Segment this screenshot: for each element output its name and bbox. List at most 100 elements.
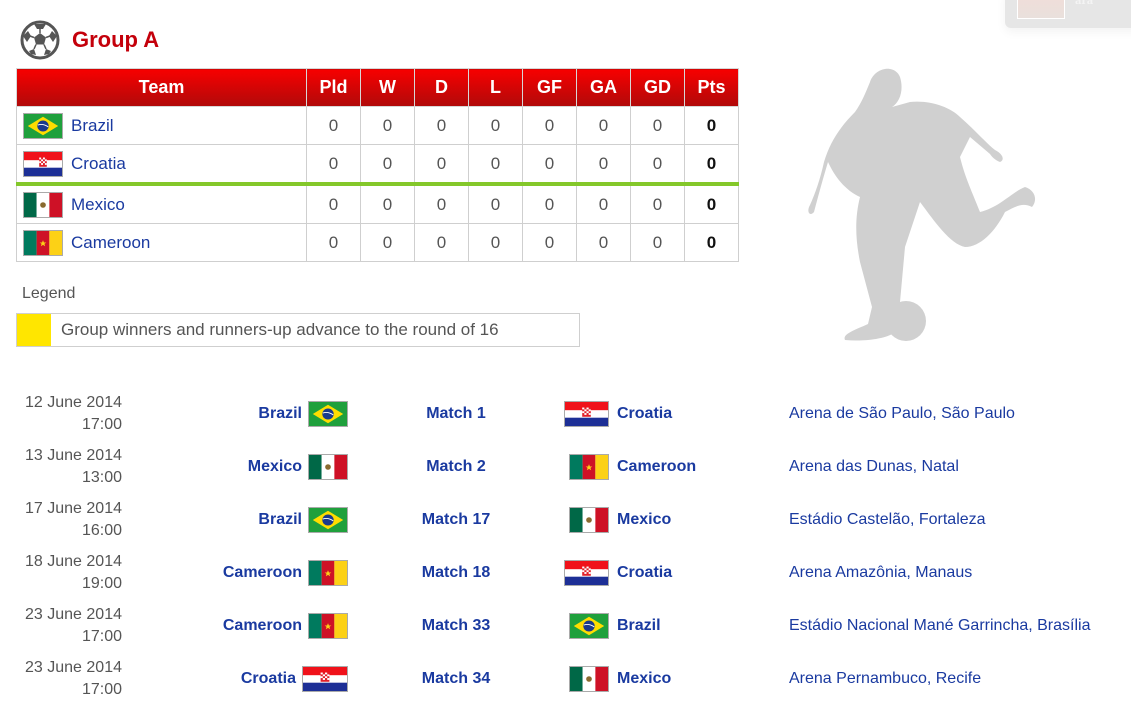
home-team-name[interactable]: Cameroon [223, 564, 302, 582]
column-header-pts: Pts [684, 68, 739, 107]
home-team[interactable]: Cameroon [223, 613, 348, 639]
match-date: 23 June 2014 [25, 606, 122, 623]
match-datetime: 23 June 2014 17:00 [25, 604, 122, 648]
home-team[interactable]: Cameroon [223, 560, 348, 586]
match-list: 12 June 2014 17:00 Brazil Match 1 Croatia… [0, 392, 1131, 710]
croatia-flag-icon [302, 666, 348, 692]
match-row: 17 June 2014 16:00 Brazil Match 17 Mexico… [0, 498, 1131, 551]
column-header-gf: GF [522, 68, 577, 107]
away-team-name[interactable]: Mexico [617, 511, 671, 529]
stat-pld: 0 [306, 223, 361, 262]
stat-w: 0 [360, 144, 415, 186]
match-date: 17 June 2014 [25, 500, 122, 517]
group-title: Group A [72, 27, 160, 52]
stat-ga: 0 [576, 106, 631, 145]
venue-link[interactable]: Arena Amazônia, Manaus [789, 560, 972, 586]
column-header-w: W [360, 68, 415, 107]
soccer-ball-icon [20, 20, 60, 60]
match-datetime: 18 June 2014 19:00 [25, 551, 122, 595]
column-header-d: D [414, 68, 469, 107]
venue-link[interactable]: Arena de São Paulo, São Paulo [789, 401, 1015, 427]
stat-gf: 0 [522, 183, 577, 224]
home-team-name[interactable]: Croatia [241, 670, 296, 688]
match-date: 13 June 2014 [25, 447, 122, 464]
brazil-flag-icon [308, 507, 348, 533]
match-date: 12 June 2014 [25, 394, 122, 411]
match-link[interactable]: Match 33 [400, 613, 512, 639]
card-text: ara [1075, 0, 1094, 7]
away-team[interactable]: Croatia [564, 560, 764, 586]
legend-item: Group winners and runners-up advance to … [16, 313, 580, 347]
team-cell: Croatia [16, 144, 307, 186]
away-team[interactable]: Cameroon [564, 454, 764, 480]
match-date: 18 June 2014 [25, 553, 122, 570]
cameroon-flag-icon [23, 229, 63, 256]
match-link[interactable]: Match 18 [400, 560, 512, 586]
stat-gd: 0 [630, 144, 685, 186]
stat-l: 0 [468, 183, 523, 224]
stat-gd: 0 [630, 106, 685, 145]
away-team[interactable]: Mexico [564, 507, 764, 533]
team-cell: Mexico [16, 183, 307, 224]
home-team-name[interactable]: Mexico [248, 458, 302, 476]
notification-card[interactable]: ara [1005, 0, 1131, 28]
stat-pld: 0 [306, 106, 361, 145]
brazil-flag-icon [23, 112, 63, 139]
away-team-name[interactable]: Croatia [617, 564, 672, 582]
match-link[interactable]: Match 34 [400, 666, 512, 692]
away-team-name[interactable]: Croatia [617, 405, 672, 423]
table-row: Brazil 0 0 0 0 0 0 0 0 [16, 106, 739, 145]
table-row: Cameroon 0 0 0 0 0 0 0 0 [16, 223, 739, 262]
away-team-name[interactable]: Brazil [617, 617, 661, 635]
column-header-team: Team [16, 68, 307, 107]
away-team[interactable]: Brazil [564, 613, 764, 639]
match-row: 13 June 2014 13:00 Mexico Match 2 Cameroo… [0, 445, 1131, 498]
venue-link[interactable]: Arena das Dunas, Natal [789, 454, 959, 480]
legend-text: Group winners and runners-up advance to … [61, 320, 499, 339]
croatia-flag-icon [564, 401, 609, 427]
venue-link[interactable]: Estádio Nacional Mané Garrincha, Brasíli… [789, 613, 1090, 639]
home-team-name[interactable]: Brazil [258, 511, 302, 529]
home-team-name[interactable]: Brazil [258, 405, 302, 423]
stat-ga: 0 [576, 183, 631, 224]
stat-gd: 0 [630, 223, 685, 262]
match-time: 13:00 [81, 469, 122, 486]
away-team[interactable]: Mexico [564, 666, 764, 692]
match-link[interactable]: Match 2 [400, 454, 512, 480]
stat-pts: 0 [684, 144, 739, 186]
stat-w: 0 [360, 106, 415, 145]
match-datetime: 12 June 2014 17:00 [25, 392, 122, 436]
stat-gf: 0 [522, 106, 577, 145]
match-time: 17:00 [81, 416, 122, 433]
team-link-croatia[interactable]: Croatia [71, 154, 126, 173]
table-row: Mexico 0 0 0 0 0 0 0 0 [16, 183, 739, 224]
group-header: Group A [20, 20, 159, 60]
home-team[interactable]: Croatia [241, 666, 348, 692]
standings-table: Team Pld W D L GF GA GD Pts Brazil 0 0 0… [16, 68, 739, 262]
brazil-flag-icon [308, 401, 348, 427]
stat-pts: 0 [684, 183, 739, 224]
team-link-mexico[interactable]: Mexico [71, 195, 125, 214]
column-header-ga: GA [576, 68, 631, 107]
team-link-brazil[interactable]: Brazil [71, 116, 114, 135]
away-team-name[interactable]: Mexico [617, 670, 671, 688]
home-team-name[interactable]: Cameroon [223, 617, 302, 635]
stat-d: 0 [414, 106, 469, 145]
croatia-flag-icon [564, 560, 609, 586]
team-link-cameroon[interactable]: Cameroon [71, 233, 150, 252]
home-team[interactable]: Brazil [258, 401, 348, 427]
venue-link[interactable]: Estádio Castelão, Fortaleza [789, 507, 986, 533]
home-team[interactable]: Mexico [248, 454, 348, 480]
match-link[interactable]: Match 1 [400, 401, 512, 427]
stat-pld: 0 [306, 144, 361, 186]
away-team[interactable]: Croatia [564, 401, 764, 427]
match-link[interactable]: Match 17 [400, 507, 512, 533]
match-time: 16:00 [81, 522, 122, 539]
cameroon-flag-icon [569, 454, 609, 480]
soccer-player-silhouette-icon [808, 68, 1036, 341]
match-datetime: 23 June 2014 17:00 [25, 657, 122, 701]
home-team[interactable]: Brazil [258, 507, 348, 533]
venue-link[interactable]: Arena Pernambuco, Recife [789, 666, 981, 692]
card-thumbnail [1017, 0, 1065, 19]
away-team-name[interactable]: Cameroon [617, 458, 696, 476]
